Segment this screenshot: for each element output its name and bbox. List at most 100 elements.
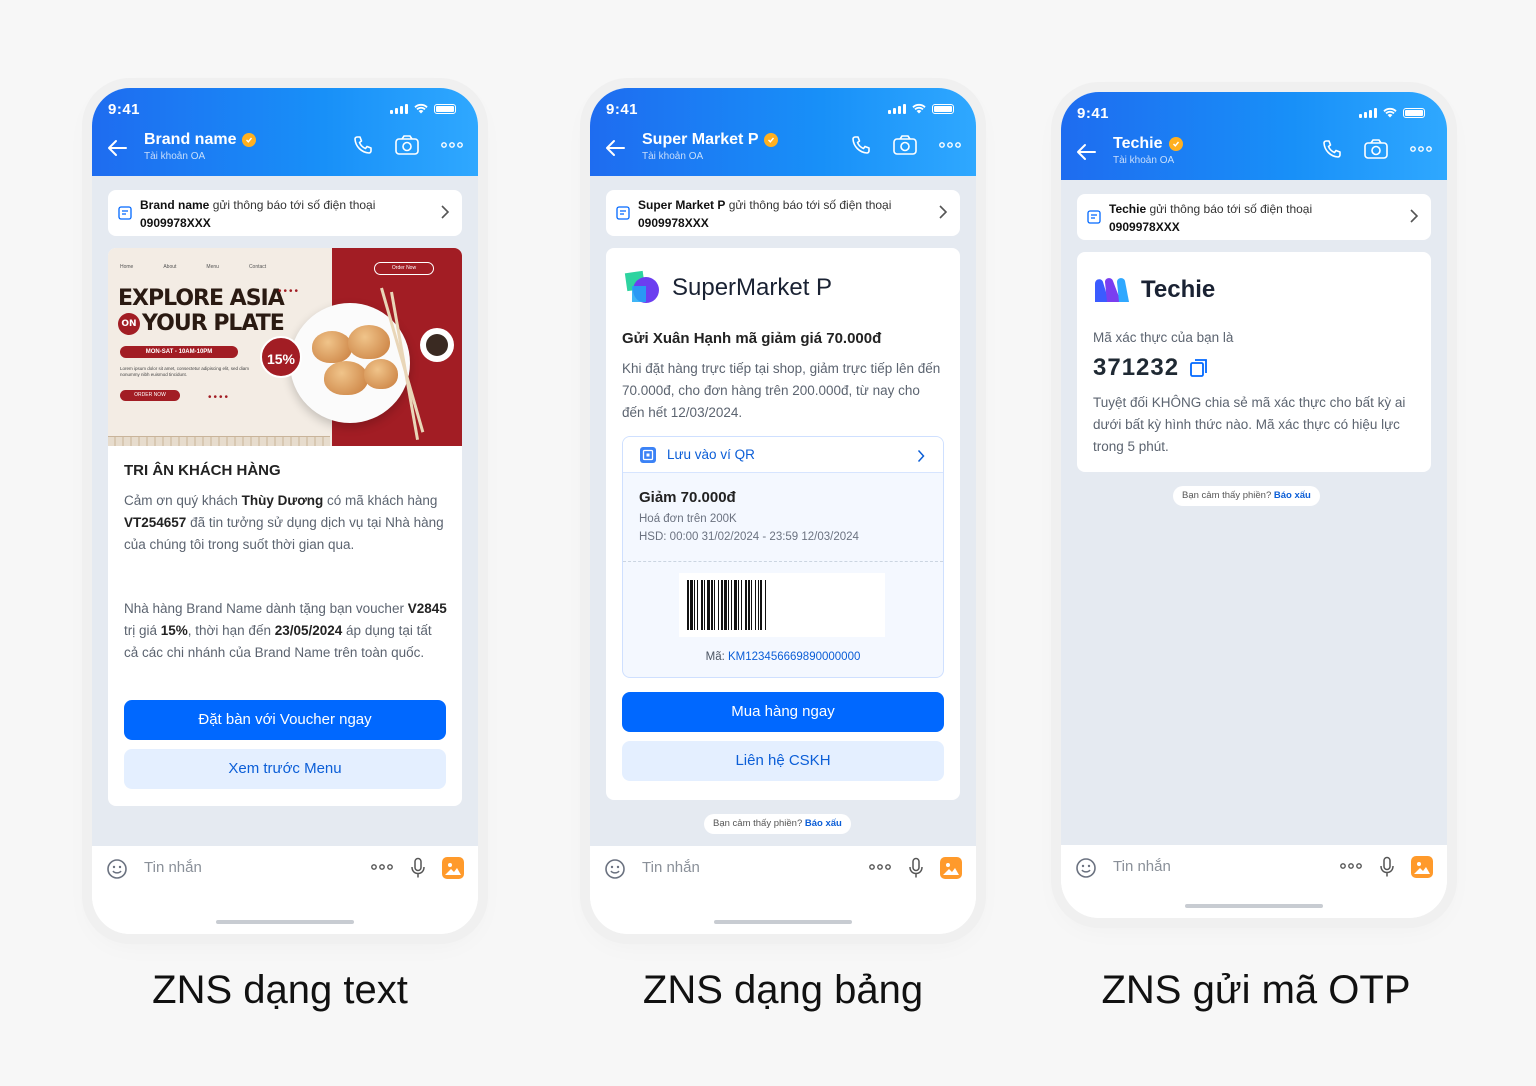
more-options-icon[interactable] — [1339, 861, 1363, 871]
p1-text-b: có mã khách hàng — [323, 493, 438, 508]
more-icon[interactable] — [1409, 138, 1433, 160]
microphone-icon[interactable] — [908, 857, 924, 879]
oa-name[interactable]: Brand name — [144, 131, 257, 149]
oa-name[interactable]: Techie — [1113, 135, 1183, 153]
back-arrow-icon[interactable] — [1075, 142, 1097, 162]
oa-notice-bar[interactable]: Techie gửi thông báo tới số điện thoại 0… — [1077, 194, 1431, 240]
voucher-box: Lưu vào ví QR Giảm 70.000đ Hoá đơn trên … — [622, 436, 944, 678]
video-camera-icon[interactable] — [892, 134, 918, 156]
save-to-qr-wallet[interactable]: Lưu vào ví QR — [623, 437, 943, 473]
more-options-icon[interactable] — [868, 862, 892, 872]
banner-dots-decoration-2: •••• — [208, 392, 231, 403]
message-input[interactable]: Tin nhắn — [1113, 858, 1171, 875]
back-arrow-icon[interactable] — [106, 138, 128, 158]
voucher-code-value: KM123456669890000000 — [728, 651, 861, 663]
more-options-icon[interactable] — [370, 862, 394, 872]
oa-name-text: Techie — [1113, 135, 1163, 152]
notice-suffix: gửi thông báo tới số điện thoại — [212, 198, 376, 212]
video-camera-icon[interactable] — [394, 134, 420, 156]
notice-phone: 0909978XXX — [1109, 220, 1180, 234]
chat-area: Brand name gửi thông báo tới số điện tho… — [92, 176, 478, 846]
phone-text-zns: 9:41 Brand name Tài khoản OA Brand name … — [92, 88, 478, 934]
more-icon[interactable] — [938, 134, 962, 156]
chevron-right-icon — [441, 205, 450, 219]
verified-icon — [764, 133, 779, 147]
copy-icon[interactable] — [1189, 358, 1209, 378]
back-arrow-icon[interactable] — [604, 138, 626, 158]
promo-banner-image: Home About Menu Contact Order Now EXPLOR… — [108, 248, 462, 446]
banner-nav-home: Home — [120, 264, 134, 270]
voucher-value: 15% — [160, 623, 188, 638]
supermarket-logo-text: SuperMarket P — [672, 274, 833, 301]
video-camera-icon[interactable] — [1363, 138, 1389, 160]
wallet-qr-icon — [640, 447, 656, 463]
report-link[interactable]: Báo xấu — [1274, 490, 1311, 501]
header-actions — [1321, 138, 1433, 160]
report-pill: Bạn cảm thấy phiền? Báo xấu — [1173, 486, 1320, 506]
emoji-icon[interactable] — [604, 858, 626, 880]
otp-label: Mã xác thực của bạn là — [1093, 330, 1234, 345]
report-link[interactable]: Báo xấu — [805, 818, 842, 829]
home-indicator — [1185, 904, 1323, 908]
image-icon[interactable] — [442, 857, 464, 879]
oa-notice-bar[interactable]: Super Market P gửi thông báo tới số điện… — [606, 190, 960, 236]
message-input[interactable]: Tin nhắn — [642, 859, 700, 876]
more-icon[interactable] — [440, 134, 464, 156]
notice-text: Techie gửi thông báo tới số điện thoại — [1109, 200, 1397, 218]
wifi-icon — [912, 103, 926, 114]
notice-brand: Techie — [1109, 202, 1147, 216]
battery-icon — [932, 103, 954, 114]
banner-nav: Home About Menu Contact — [120, 264, 266, 270]
phone-call-icon[interactable] — [352, 134, 374, 156]
caption-table-zns: ZNS dạng bảng — [642, 968, 924, 1012]
card-title: TRI ÂN KHÁCH HÀNG — [124, 462, 281, 479]
image-icon[interactable] — [1411, 856, 1433, 878]
p1-text-a: Cảm ơn quý khách — [124, 493, 242, 508]
emoji-icon[interactable] — [106, 858, 128, 880]
notice-suffix: gửi thông báo tới số điện thoại — [728, 198, 892, 212]
notice-suffix: gửi thông báo tới số điện thoại — [1149, 202, 1313, 216]
home-indicator — [216, 920, 354, 924]
phone-call-icon[interactable] — [850, 134, 872, 156]
otp-warning: Tuyệt đối KHÔNG chia sẻ mã xác thực cho … — [1093, 395, 1406, 454]
microphone-icon[interactable] — [1379, 856, 1395, 878]
message-input[interactable]: Tin nhắn — [144, 859, 202, 876]
status-time: 9:41 — [1077, 105, 1110, 122]
save-to-qr-label: Lưu vào ví QR — [667, 447, 755, 462]
phone-call-icon[interactable] — [1321, 138, 1343, 160]
status-icons — [1359, 107, 1425, 118]
notice-icon — [616, 206, 630, 220]
otp-code: 371232 — [1093, 354, 1180, 381]
contact-support-button[interactable]: Liên hệ CSKH — [622, 741, 944, 781]
p2-text-c: , thời hạn đến — [187, 623, 275, 638]
banner-dots-decoration: •••• — [278, 286, 301, 297]
buy-now-button[interactable]: Mua hàng ngay — [622, 692, 944, 732]
customer-code: VT254657 — [124, 515, 187, 530]
banner-headline-line1: EXPLORE ASIA — [118, 286, 285, 311]
oa-name[interactable]: Super Market P — [642, 131, 779, 149]
supermarket-logo: SuperMarket P — [622, 268, 832, 308]
banner-discount-badge: 15% — [260, 336, 302, 378]
card-body: Khi đặt hàng trực tiếp tại shop, giảm tr… — [622, 361, 941, 420]
voucher-code: V2845 — [407, 601, 447, 616]
p2-text-a: Nhà hàng Brand Name dành tặng bạn vouche… — [124, 601, 408, 616]
oa-subtitle: Tài khoản OA — [144, 151, 206, 162]
voucher-date: 23/05/2024 — [274, 623, 343, 638]
banner-nav-menu: Menu — [206, 264, 219, 270]
notice-icon — [1087, 210, 1101, 224]
status-time: 9:41 — [606, 101, 639, 118]
image-icon[interactable] — [940, 857, 962, 879]
preview-menu-button[interactable]: Xem trước Menu — [124, 749, 446, 789]
card-paragraph-2: Nhà hàng Brand Name dành tặng bạn vouche… — [124, 598, 448, 664]
phone-table-zns: 9:41 Super Market P Tài khoản OA Super M… — [590, 88, 976, 934]
microphone-icon[interactable] — [410, 857, 426, 879]
oa-name-text: Brand name — [144, 131, 237, 148]
emoji-icon[interactable] — [1075, 857, 1097, 879]
voucher-title: Giảm 70.000đ — [639, 489, 736, 506]
book-table-button[interactable]: Đặt bàn với Voucher ngay — [124, 700, 446, 740]
oa-notice-bar[interactable]: Brand name gửi thông báo tới số điện tho… — [108, 190, 462, 236]
zns-table-card: SuperMarket P Gửi Xuân Hạnh mã giảm giá … — [606, 248, 960, 800]
banner-order-button: ORDER NOW — [120, 390, 180, 401]
banner-nav-about: About — [163, 264, 177, 270]
wifi-icon — [414, 103, 428, 114]
